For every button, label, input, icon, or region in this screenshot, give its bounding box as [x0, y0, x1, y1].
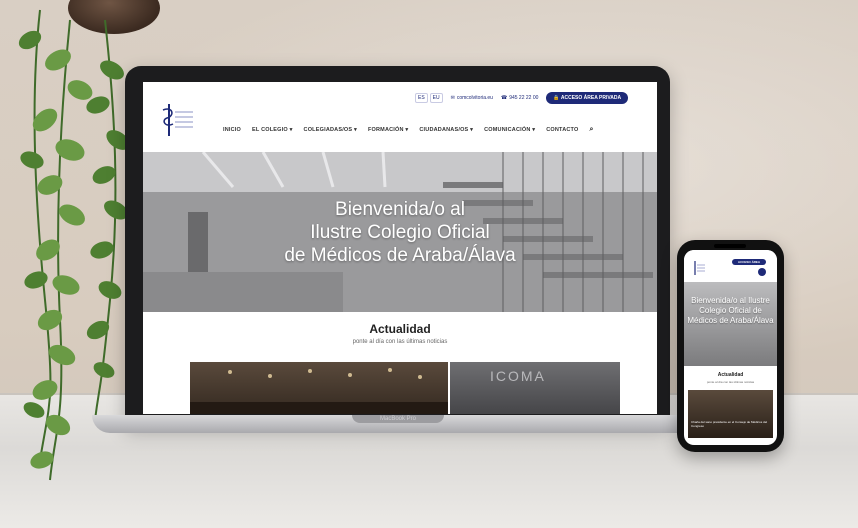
college-logo[interactable]: [157, 100, 197, 140]
menu-icon[interactable]: [758, 268, 766, 276]
hero-line-1: Bienvenida/o al: [335, 199, 465, 220]
nav-ciudadanas[interactable]: CIUDADANAS/OS ▾: [419, 127, 473, 133]
site-header: ES EU ✉ comcolvitoria.eu ☎ 945 22 22 00 …: [143, 82, 657, 152]
nav-contacto[interactable]: CONTACTO: [546, 127, 578, 133]
private-area-label: ACCESO ÁREA PRIVADA: [560, 95, 622, 101]
phone-link[interactable]: ☎ 945 22 22 00: [501, 95, 538, 101]
news-subtitle: ponte al día con las últimas noticias: [352, 339, 448, 345]
phone-hero: Bienvenida/o al Ilustre Colegio Oficial …: [684, 282, 777, 366]
phone-text: 945 22 22 00: [509, 95, 539, 101]
phone-news-subtitle: ponte al día con las últimas noticias: [706, 380, 755, 384]
hero-banner: Bienvenida/o al Ilustre Colegio Oficial …: [143, 152, 657, 312]
phone-hero-text: Bienvenida/o al Ilustre Colegio Oficial …: [687, 296, 774, 325]
nav-formacion[interactable]: FORMACIÓN ▾: [368, 127, 408, 133]
nav-el-colegio[interactable]: EL COLEGIO ▾: [252, 127, 293, 133]
phone-logo[interactable]: [690, 260, 706, 276]
nav-colegiadas[interactable]: COLEGIADAS/OS ▾: [304, 127, 357, 133]
email-text: comcolvitoria.eu: [456, 95, 493, 101]
main-nav: INICIO EL COLEGIO ▾ COLEGIADAS/OS ▾ FORM…: [223, 126, 594, 134]
phone-news-image[interactable]: [688, 390, 773, 438]
phone-header: ACCESO ÁREA PRIVADA: [684, 250, 777, 280]
phone-icon: ☎: [500, 95, 508, 101]
hero-line-2: Ilustre Colegio Oficial: [310, 222, 490, 243]
news-title: Actualidad: [369, 322, 431, 336]
auditorium-photo: [190, 368, 448, 414]
language-switch: ES EU: [415, 93, 443, 103]
phone-speaker: [714, 244, 746, 248]
news-image-2[interactable]: ICOMA: [450, 362, 620, 414]
scene: ES EU ✉ comcolvitoria.eu ☎ 945 22 22 00 …: [0, 0, 858, 528]
hero-heading: Bienvenida/o al Ilustre Colegio Oficial …: [143, 198, 657, 267]
icoma-sign: ICOMA: [490, 368, 546, 384]
private-area-button[interactable]: 🔒 ACCESO ÁREA PRIVADA: [546, 92, 629, 104]
lang-eu[interactable]: EU: [429, 93, 443, 103]
phone-private-area-button[interactable]: ACCESO ÁREA PRIVADA: [732, 259, 766, 270]
macbook-label: MacBook Pro: [379, 416, 416, 422]
top-bar: ES EU ✉ comcolvitoria.eu ☎ 945 22 22 00 …: [415, 92, 629, 104]
email-link[interactable]: ✉ comcolvitoria.eu: [451, 95, 493, 101]
lang-es[interactable]: ES: [415, 93, 428, 103]
phone-news-caption: Charla del sano presidente en el Consejo…: [691, 420, 768, 428]
nav-inicio[interactable]: INICIO: [223, 127, 241, 133]
phone-news-title: Actualidad: [717, 372, 744, 378]
news-image-1[interactable]: [190, 362, 448, 414]
phone-screen: ACCESO ÁREA PRIVADA Bienvenida/o al Ilus…: [684, 250, 777, 445]
search-icon[interactable]: ⌕: [589, 126, 593, 134]
nav-comunicacion[interactable]: COMUNICACIÓN ▾: [484, 127, 535, 133]
laptop-screen: ES EU ✉ comcolvitoria.eu ☎ 945 22 22 00 …: [143, 82, 657, 414]
hero-line-3: de Médicos de Araba/Álava: [284, 245, 516, 266]
lock-icon: 🔒: [553, 95, 560, 101]
envelope-icon: ✉: [450, 95, 455, 101]
